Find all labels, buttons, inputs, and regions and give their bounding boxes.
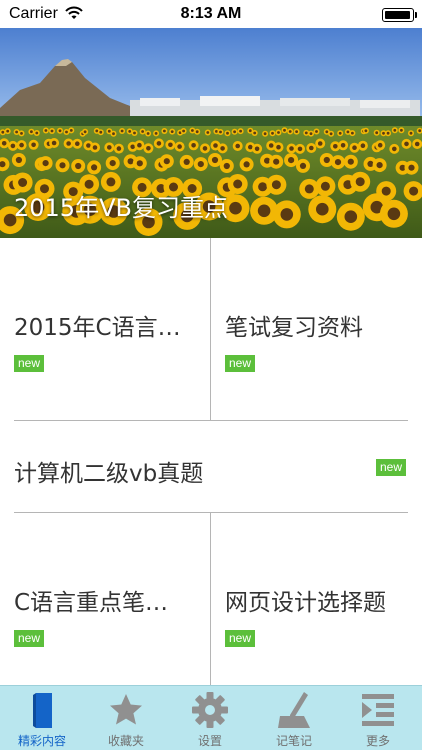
- hero-title: 2015年VB复习重点: [14, 194, 228, 222]
- grid-cell-2[interactable]: 笔试复习资料 new: [211, 238, 422, 420]
- tab-label: 记笔记: [275, 734, 312, 748]
- grid-cell-4[interactable]: C语言重点笔… new: [0, 513, 210, 685]
- document-icon: [33, 693, 52, 728]
- cell-title: C语言重点笔…: [14, 590, 169, 616]
- status-bar: Carrier 8:13 AM: [0, 0, 422, 28]
- battery-icon: [382, 8, 414, 22]
- hero-banner[interactable]: 2015年VB复习重点: [0, 28, 422, 238]
- tab-featured[interactable]: 精彩内容: [0, 686, 84, 750]
- more-list-icon: [362, 694, 394, 726]
- tab-label: 更多: [365, 734, 390, 748]
- tab-favorites[interactable]: 收藏夹: [84, 686, 168, 750]
- tab-label: 收藏夹: [107, 734, 144, 748]
- cell-title: 笔试复习资料: [225, 315, 363, 341]
- tab-settings[interactable]: 设置: [168, 686, 252, 750]
- tab-more[interactable]: 更多: [336, 686, 420, 750]
- new-badge: new: [376, 459, 407, 476]
- note-pen-icon: [278, 692, 310, 728]
- new-badge: new: [14, 355, 45, 372]
- grid-cell-1[interactable]: 2015年C语言… new: [0, 238, 210, 420]
- grid-cell-5[interactable]: 网页设计选择题 new: [211, 513, 422, 685]
- battery-cap: [415, 12, 417, 18]
- tab-label: 设置: [197, 734, 222, 748]
- cell-title: 计算机二级vb真题: [14, 461, 204, 487]
- status-time: 8:13 AM: [180, 5, 242, 22]
- gear-icon: [192, 692, 228, 728]
- new-badge: new: [225, 355, 256, 372]
- tab-label: 精彩内容: [17, 734, 66, 748]
- battery-level: [385, 11, 410, 19]
- new-badge: new: [225, 630, 256, 647]
- star-icon: [110, 694, 142, 725]
- cell-title: 2015年C语言…: [14, 315, 181, 341]
- grid-cell-3[interactable]: 计算机二级vb真题 new: [0, 421, 422, 512]
- tab-bar: 精彩内容 收藏夹 设置 记笔记 更多: [0, 685, 422, 750]
- new-badge: new: [14, 630, 45, 647]
- tab-notes[interactable]: 记笔记: [252, 686, 336, 750]
- cell-title: 网页设计选择题: [225, 590, 386, 616]
